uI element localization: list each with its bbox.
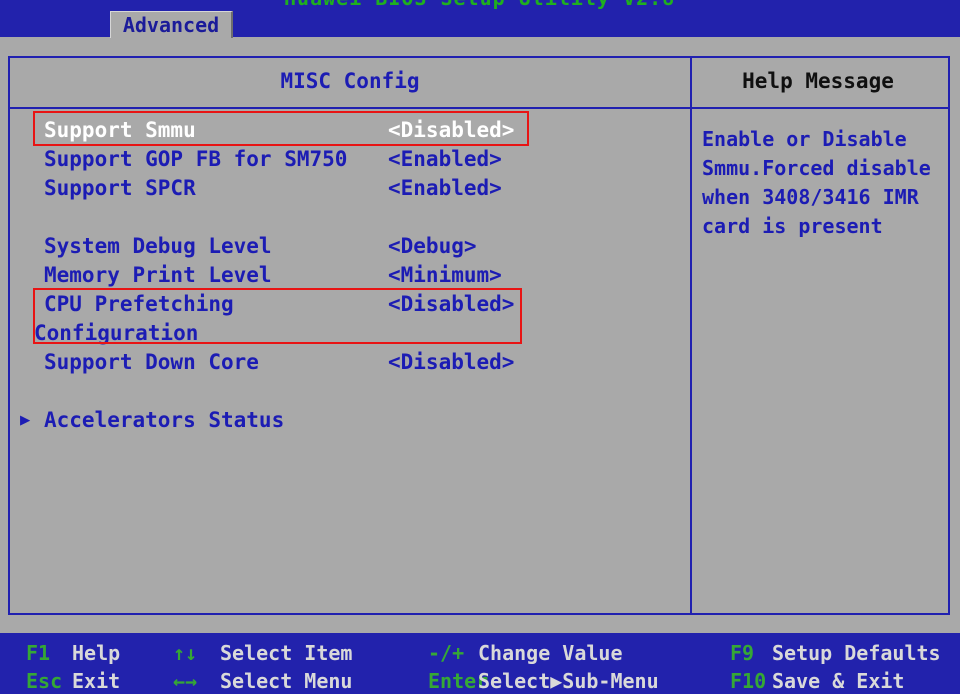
hotkey-f10-label: Save & Exit xyxy=(772,669,904,693)
item-value: <Minimum> xyxy=(388,261,502,290)
help-text-line: card is present xyxy=(702,212,942,241)
item-label: Configuration xyxy=(34,319,198,348)
item-label: Memory Print Level xyxy=(44,261,272,290)
item-value: <Debug> xyxy=(388,232,477,261)
hotkey-f1: F1 xyxy=(26,641,50,665)
bios-title: Huawei BIOS Setup Utility V2.8 xyxy=(284,0,675,10)
item-label: Support Smmu xyxy=(44,116,196,145)
item-label: Accelerators Status xyxy=(44,406,284,435)
hotkey-f9-label: Setup Defaults xyxy=(772,641,941,665)
top-menu-bar: Huawei BIOS Setup Utility V2.8 Advanced xyxy=(0,0,960,37)
hotkey-bar: F1 Help ↑↓ Select Item -/+ Change Value … xyxy=(0,633,960,694)
help-text-line: Smmu.Forced disable xyxy=(702,154,942,183)
updown-arrows-icon: ↑↓ xyxy=(173,641,197,665)
hotkey-f1-label: Help xyxy=(72,641,120,665)
item-label: CPU Prefetching xyxy=(44,290,234,319)
hotkey-f10: F10 xyxy=(730,669,766,693)
item-label: Support SPCR xyxy=(44,174,196,203)
item-label: System Debug Level xyxy=(44,232,272,261)
hotkey-select-item-label: Select Item xyxy=(220,641,352,665)
item-label: Support Down Core xyxy=(44,348,259,377)
item-label: Support GOP FB for SM750 xyxy=(44,145,347,174)
main-frame: MISC Config Help Message Support Smmu <D… xyxy=(8,56,950,615)
hotkey-minus-plus: -/+ xyxy=(428,641,464,665)
hotkey-esc-label: Exit xyxy=(72,669,120,693)
hotkey-f9: F9 xyxy=(730,641,754,665)
hotkey-esc: Esc xyxy=(26,669,62,693)
help-text-line: Enable or Disable xyxy=(702,125,942,154)
item-value: <Disabled> xyxy=(388,348,514,377)
leftright-arrows-icon: ←→ xyxy=(173,669,197,693)
hotkey-sub-menu-label: Select▶Sub-Menu xyxy=(478,669,659,693)
hotkey-select-menu-label: Select Menu xyxy=(220,669,352,693)
hotkey-change-value-label: Change Value xyxy=(478,641,623,665)
item-value: <Disabled> xyxy=(388,290,514,319)
item-value: <Disabled> xyxy=(388,116,514,145)
submenu-arrow-icon: ▶ xyxy=(20,406,30,435)
panel-title-help-message: Help Message xyxy=(692,69,944,93)
tab-advanced[interactable]: Advanced xyxy=(110,11,233,38)
item-value: <Enabled> xyxy=(388,145,502,174)
vertical-divider xyxy=(690,58,692,613)
panel-title-misc-config: MISC Config xyxy=(10,69,690,93)
header-divider xyxy=(10,107,948,109)
help-text-line: when 3408/3416 IMR xyxy=(702,183,942,212)
item-value: <Enabled> xyxy=(388,174,502,203)
